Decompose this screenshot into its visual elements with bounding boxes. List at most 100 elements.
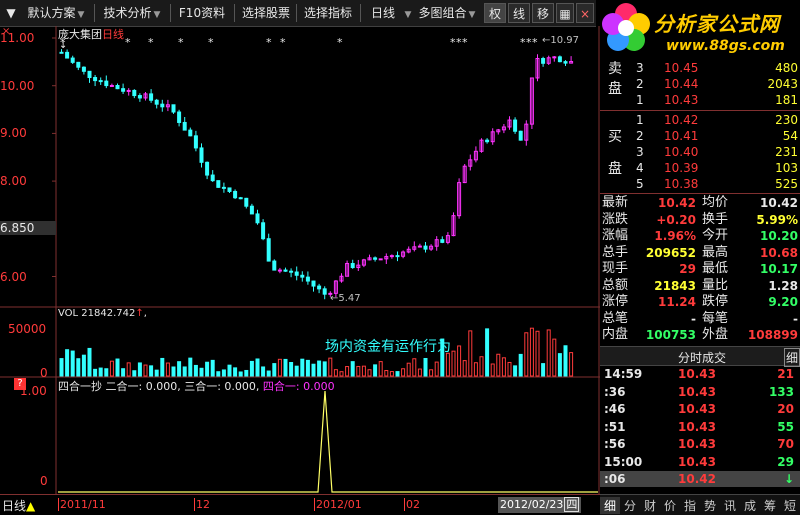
trade-time: :46: [604, 402, 626, 416]
toolbar-label: 多图组合: [418, 6, 467, 20]
candle-body: [210, 174, 215, 182]
volume-bar: [249, 360, 254, 377]
volume-bar: [59, 358, 64, 377]
level-volume: 54: [782, 129, 798, 143]
move-button[interactable]: 移: [532, 3, 554, 23]
x-label: 02: [404, 498, 420, 511]
panel-tab[interactable]: 价: [660, 497, 680, 514]
toolbar-separator: [360, 4, 361, 22]
stat-row: 现手 29 最低 10.17: [600, 261, 800, 277]
stat-label: 内盘: [602, 327, 629, 342]
volume-bar: [272, 363, 277, 377]
volume-bar: [378, 361, 383, 377]
toolbar-f10[interactable]: F10资料: [174, 3, 230, 23]
line-button[interactable]: 线: [508, 3, 530, 23]
trade-volume: 21: [777, 367, 794, 381]
stat-value: 10.42: [658, 196, 696, 210]
toolbar-multi-chart[interactable]: 多图组合 ▼: [414, 3, 480, 23]
toolbar-select-indicator[interactable]: 选择指标: [300, 3, 356, 23]
candle-body: [160, 103, 165, 108]
buy-level-row[interactable]: 5 10.38 525: [600, 176, 800, 192]
kline-chart-area[interactable]: * * * * * * * * * * * * * *: [0, 26, 600, 494]
candle-body: [126, 89, 131, 92]
volume-bar: [384, 370, 389, 377]
trade-row[interactable]: :56 10.43 70: [600, 436, 800, 452]
level-price: 10.44: [664, 77, 699, 91]
toolbar-select-stock[interactable]: 选择股票: [238, 3, 294, 23]
stat-value: 1.96%: [654, 229, 696, 243]
level-index: 3: [636, 145, 644, 159]
buy-level-row[interactable]: 4 10.39 103: [600, 160, 800, 176]
volume-bar: [389, 371, 394, 377]
buy-level-row[interactable]: 2 10.41 54: [600, 128, 800, 144]
candle-body: [238, 197, 243, 200]
volume-bar: [81, 354, 86, 377]
level-volume: 230: [775, 113, 798, 127]
current-date: 2012/02/23: [500, 498, 564, 511]
x-axis-bar: 日线▲ 2011/11 12 2012/01 02 2012/02/23 四: [0, 494, 600, 515]
candle-body: [272, 260, 277, 271]
volume-bar: [445, 352, 450, 377]
buy-level-row[interactable]: 1 10.42 230: [600, 112, 800, 128]
panel-tab[interactable]: 势: [700, 497, 720, 514]
signal-star-icon: *: [266, 36, 272, 49]
grid-icon[interactable]: ▦: [556, 3, 574, 23]
volume-bar: [289, 362, 294, 377]
trade-price: 10.42: [678, 472, 716, 486]
stat-row: 最新 10.42 均价 10.42: [600, 195, 800, 211]
panel-tab[interactable]: 细: [600, 497, 620, 514]
trade-row[interactable]: :46 10.43 20: [600, 401, 800, 417]
rights-button[interactable]: 权: [484, 3, 506, 23]
chevron-down-icon: ▼: [153, 10, 161, 20]
trade-time: 15:00: [604, 454, 643, 469]
panel-tab[interactable]: 财: [640, 497, 660, 514]
volume-bar: [541, 363, 546, 377]
stat-value: 100753: [645, 328, 696, 342]
trade-row[interactable]: :36 10.43 133: [600, 384, 800, 400]
candle-body: [171, 104, 176, 113]
close-icon[interactable]: ×: [576, 3, 594, 23]
sell-level-row[interactable]: 1 10.43 181: [600, 92, 800, 108]
candle-body: [395, 255, 400, 258]
panel-tab[interactable]: 短: [780, 497, 800, 514]
candle-body: [104, 80, 109, 87]
candle-body: [132, 89, 137, 97]
trade-row[interactable]: :51 10.43 55: [600, 419, 800, 435]
sell-level-row[interactable]: 2 10.44 2043: [600, 76, 800, 92]
current-price-label: 6.850: [0, 221, 56, 235]
panel-tab[interactable]: 分: [620, 497, 640, 514]
trade-row[interactable]: 15:00 10.43 29: [600, 454, 800, 470]
buy-level-row[interactable]: 3 10.40 231: [600, 144, 800, 160]
trade-volume: 133: [768, 384, 794, 399]
toolbar-separator: [296, 4, 297, 22]
panel-tab[interactable]: 指: [680, 497, 700, 514]
candle-body: [322, 288, 327, 295]
toolbar-tech-analysis[interactable]: 技术分析 ▼: [98, 3, 166, 23]
chevron-down-icon[interactable]: ▼: [400, 3, 414, 23]
volume-bar: [182, 366, 187, 377]
toolbar-daily[interactable]: 日线: [366, 3, 400, 23]
stat-row: 涨跌 +0.20 换手 5.99%: [600, 212, 800, 228]
stat-row: 总额 21843 量比 1.28: [600, 278, 800, 294]
current-date-box: 2012/02/23 四: [498, 497, 582, 513]
candle-body: [98, 80, 103, 83]
trade-row[interactable]: :06 10.42 ↓: [600, 471, 800, 487]
trade-price: 10.43: [678, 367, 716, 381]
dropdown-arrow-icon[interactable]: ▼: [2, 3, 20, 23]
indicator-item-value: 0.000: [145, 380, 178, 393]
trade-row[interactable]: 14:59 10.43 21: [600, 366, 800, 382]
panel-tab[interactable]: 讯: [720, 497, 740, 514]
toolbar-default-scheme[interactable]: 默认方案 ▼: [22, 3, 90, 23]
trades-detail-tab[interactable]: 细: [784, 348, 800, 367]
panel-tab[interactable]: 筹: [760, 497, 780, 514]
volume-bar: [322, 361, 327, 377]
volume-bar: [238, 371, 243, 377]
stat-value: 108899: [747, 328, 798, 342]
volume-bar: [507, 361, 512, 377]
sell-level-row[interactable]: 3 10.45 480: [600, 60, 800, 76]
candle-body: [541, 58, 546, 64]
toolbar-label: 默认方案: [27, 6, 76, 20]
candle-body: [193, 135, 198, 149]
indicator-item-label: 二合一: [105, 380, 139, 393]
panel-tab[interactable]: 成: [740, 497, 760, 514]
